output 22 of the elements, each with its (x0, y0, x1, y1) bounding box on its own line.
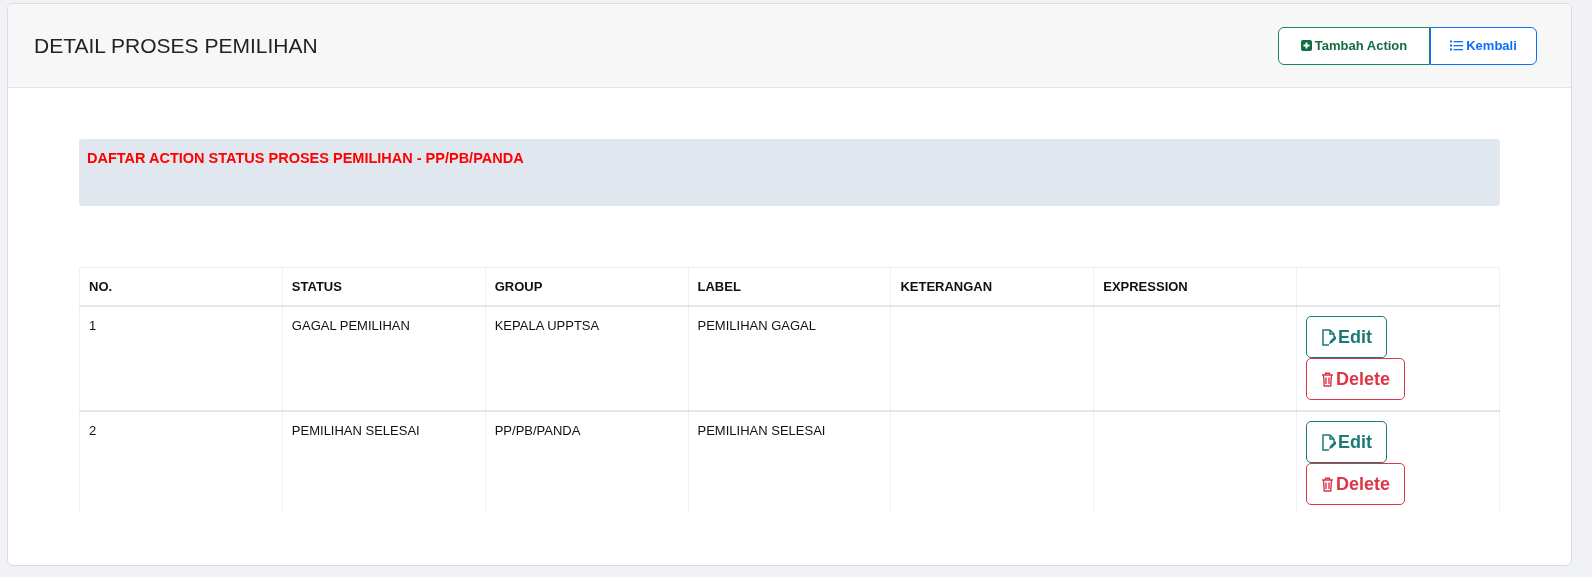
column-header: KETERANGAN (890, 267, 1094, 306)
column-header: EXPRESSION (1093, 267, 1297, 306)
file-edit-icon (1321, 433, 1337, 451)
list-icon (1450, 40, 1464, 51)
table-cell: 2 (79, 411, 283, 511)
trash-icon (1321, 476, 1335, 492)
column-header: GROUP (485, 267, 689, 306)
column-header: NO. (79, 267, 283, 306)
plus-square-icon (1300, 40, 1312, 51)
column-header: STATUS (282, 267, 486, 306)
add-action-button[interactable]: Tambah Action (1278, 26, 1430, 65)
trash-icon (1321, 371, 1335, 387)
edit-button[interactable]: Edit (1306, 316, 1388, 358)
delete-button[interactable]: Delete (1306, 358, 1406, 400)
back-button[interactable]: Kembali (1430, 26, 1537, 65)
table-cell: 1 (79, 306, 283, 411)
file-edit-icon (1321, 328, 1337, 346)
delete-button[interactable]: Delete (1306, 463, 1406, 505)
edit-button[interactable]: Edit (1306, 421, 1388, 463)
alert-text: DAFTAR ACTION STATUS PROSES PEMILIHAN - PP/PB/PANDA (87, 150, 524, 166)
page-title: DETAIL PROSES PEMILIHAN (34, 33, 318, 58)
column-header: LABEL (688, 267, 891, 306)
